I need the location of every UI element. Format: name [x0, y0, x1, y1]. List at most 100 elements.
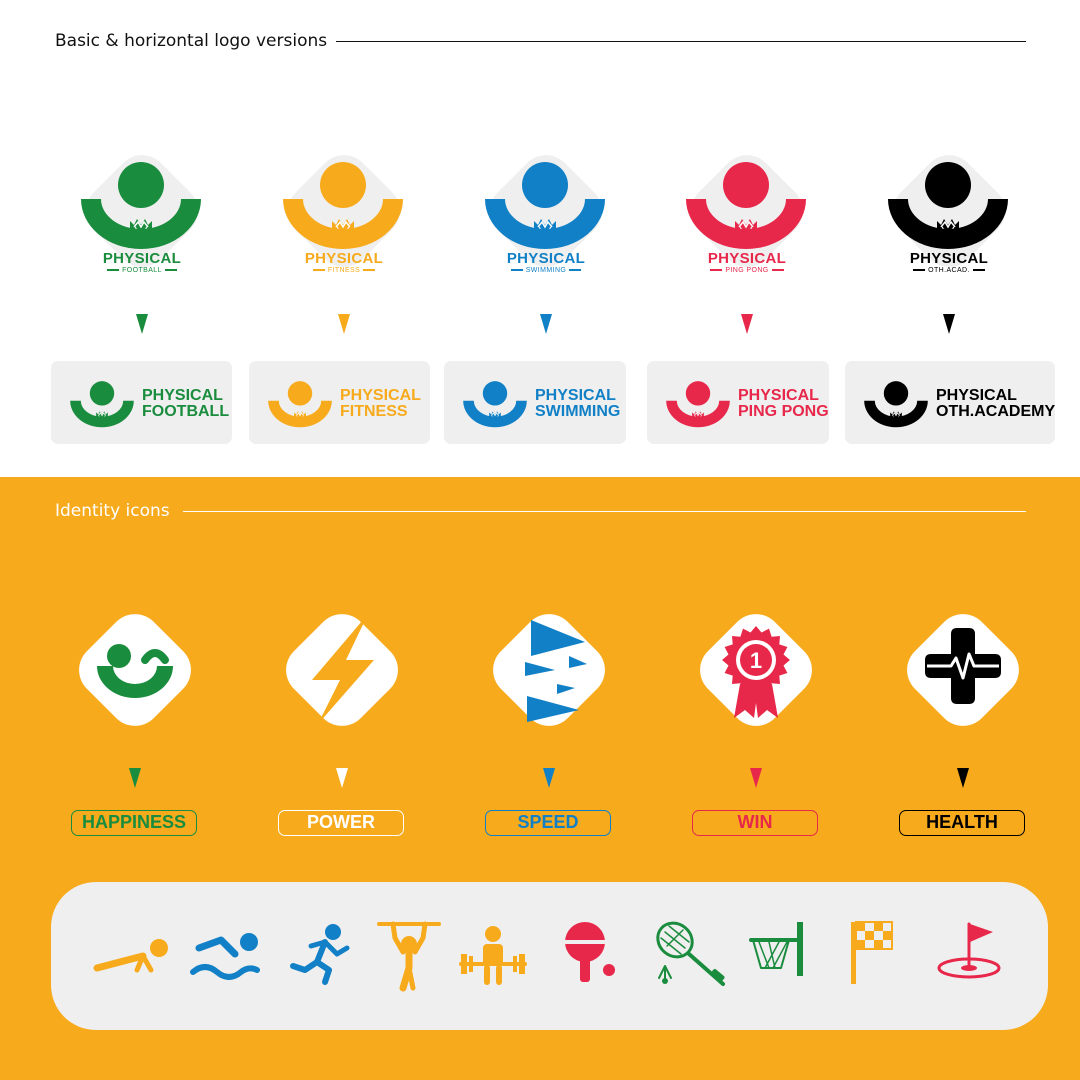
sub-line-right: [164, 269, 177, 271]
identity-badge: 1: [670, 584, 842, 756]
wordmark-line1: PHYSICAL: [738, 387, 819, 404]
divider-line: [183, 511, 1026, 512]
checkered-flag-icon: [851, 921, 893, 984]
logo-subline: PING PONG: [661, 266, 833, 274]
identity-label: HAPPINESS: [71, 810, 197, 836]
horizontal-wordmark: PHYSICAL PING PONG: [738, 388, 829, 420]
runner-icon: [290, 924, 350, 985]
horizontal-wordmark: PHYSICAL SWIMMING: [535, 388, 620, 420]
wordmark-line2: FOOTBALL: [142, 403, 230, 420]
pushup-icon: [93, 939, 168, 973]
section-title-logos: Basic & horizontal logo versions: [55, 31, 328, 51]
wordmark-line1: PHYSICAL: [535, 387, 616, 404]
logo-wordmark: PHYSICAL FOOTBALL: [56, 251, 228, 274]
logo-subline: FITNESS: [258, 266, 430, 274]
wordmark-line2: FITNESS: [340, 403, 408, 420]
horizontal-wordmark: PHYSICAL FOOTBALL: [142, 388, 229, 420]
identity-label: POWER: [278, 810, 404, 836]
sub-line-right: [972, 269, 985, 271]
horizontal-logo-card: PHYSICAL PING PONG: [647, 361, 829, 444]
sub-line-left: [710, 269, 723, 271]
horizontal-wordmark: PHYSICAL FITNESS: [340, 388, 421, 420]
sub-line-right: [363, 269, 376, 271]
logo-mark-icon: [864, 381, 928, 428]
identity-badge: [49, 584, 221, 756]
logo-name: PHYSICAL: [102, 250, 182, 267]
identity-label: HEALTH: [899, 810, 1025, 836]
speed-triangles-icon: [493, 614, 605, 726]
sub-line-left: [107, 269, 120, 271]
golf-flag-icon: [937, 922, 1001, 979]
logo-badge: PHYSICAL SWIMMING: [460, 125, 632, 297]
ping-pong-paddle-icon: [565, 922, 615, 982]
logo-name: PHYSICAL: [909, 250, 989, 267]
weightlifter-icon: [459, 926, 527, 985]
logo-sub-label: SWIMMING: [525, 267, 567, 274]
logo-sub-label: OTH.ACAD.: [928, 267, 970, 274]
logo-wordmark: PHYSICAL SWIMMING: [460, 251, 632, 274]
horizontal-logo-card: PHYSICAL FITNESS: [249, 361, 430, 444]
badminton-icon: [656, 921, 725, 986]
wordmark-line2: OTH.ACADEMY: [936, 403, 1056, 420]
sub-line-left: [312, 269, 325, 271]
pointer-triangle: [336, 768, 348, 788]
sub-line-right: [569, 269, 582, 271]
logo-subline: FOOTBALL: [56, 266, 228, 274]
horizontal-logo-card: PHYSICAL OTH.ACADEMY: [845, 361, 1055, 444]
smile-wink-icon: [79, 614, 191, 726]
sub-line-right: [771, 269, 784, 271]
logo-badge: PHYSICAL OTH.ACAD.: [863, 125, 1035, 297]
identity-label: WIN: [692, 810, 818, 836]
basketball-hoop-icon: [749, 922, 803, 976]
identity-badge: [256, 584, 428, 756]
lightning-bolt-icon: [286, 614, 398, 726]
sub-line-left: [913, 269, 926, 271]
pointer-triangle: [543, 768, 555, 788]
pointer-triangle: [136, 314, 148, 334]
logo-mark-icon: [463, 381, 527, 428]
sub-line-left: [510, 269, 523, 271]
logo-wordmark: PHYSICAL FITNESS: [258, 251, 430, 274]
identity-label: SPEED: [485, 810, 611, 836]
pointer-triangle: [338, 314, 350, 334]
logo-badge: PHYSICAL FITNESS: [258, 125, 430, 297]
award-ribbon-icon: 1: [700, 614, 812, 726]
logo-wordmark: PHYSICAL PING PONG: [661, 251, 833, 274]
sports-icon-panel: [51, 882, 1048, 1030]
pointer-triangle: [750, 768, 762, 788]
logo-name: PHYSICAL: [707, 250, 787, 267]
logo-subline: SWIMMING: [460, 266, 632, 274]
pointer-triangle: [943, 314, 955, 334]
logo-mark-icon: [268, 381, 332, 428]
horizontal-logo-card: PHYSICAL SWIMMING: [444, 361, 626, 444]
logo-name: PHYSICAL: [304, 250, 384, 267]
horizontal-wordmark: PHYSICAL OTH.ACADEMY: [936, 388, 1055, 420]
identity-badge: [877, 584, 1049, 756]
wordmark-line1: PHYSICAL: [936, 387, 1017, 404]
section-title-icons: Identity icons: [55, 501, 170, 521]
logo-name: PHYSICAL: [506, 250, 586, 267]
wordmark-line1: PHYSICAL: [340, 387, 421, 404]
logo-sub-label: PING PONG: [725, 267, 769, 274]
logo-wordmark: PHYSICAL OTH.ACAD.: [863, 251, 1035, 274]
logo-badge: PHYSICAL FOOTBALL: [56, 125, 228, 297]
pointer-triangle: [957, 768, 969, 788]
swimmer-icon: [190, 933, 260, 980]
pointer-triangle: [129, 768, 141, 788]
svg-text:1: 1: [750, 648, 762, 673]
logo-subline: OTH.ACAD.: [863, 266, 1035, 274]
logo-mark-icon: [70, 381, 134, 428]
logo-sub-label: FITNESS: [327, 267, 361, 274]
wordmark-line2: SWIMMING: [535, 403, 621, 420]
pointer-triangle: [540, 314, 552, 334]
logo-mark-icon: [666, 381, 730, 428]
logo-sub-label: FOOTBALL: [122, 267, 162, 274]
health-cross-icon: [907, 614, 1019, 726]
identity-badge: [463, 584, 635, 756]
pointer-triangle: [741, 314, 753, 334]
horizontal-logo-card: PHYSICAL FOOTBALL: [51, 361, 232, 444]
logo-badge: PHYSICAL PING PONG: [661, 125, 833, 297]
divider-line: [336, 41, 1026, 42]
wordmark-line1: PHYSICAL: [142, 387, 223, 404]
wordmark-line2: PING PONG: [738, 403, 829, 420]
